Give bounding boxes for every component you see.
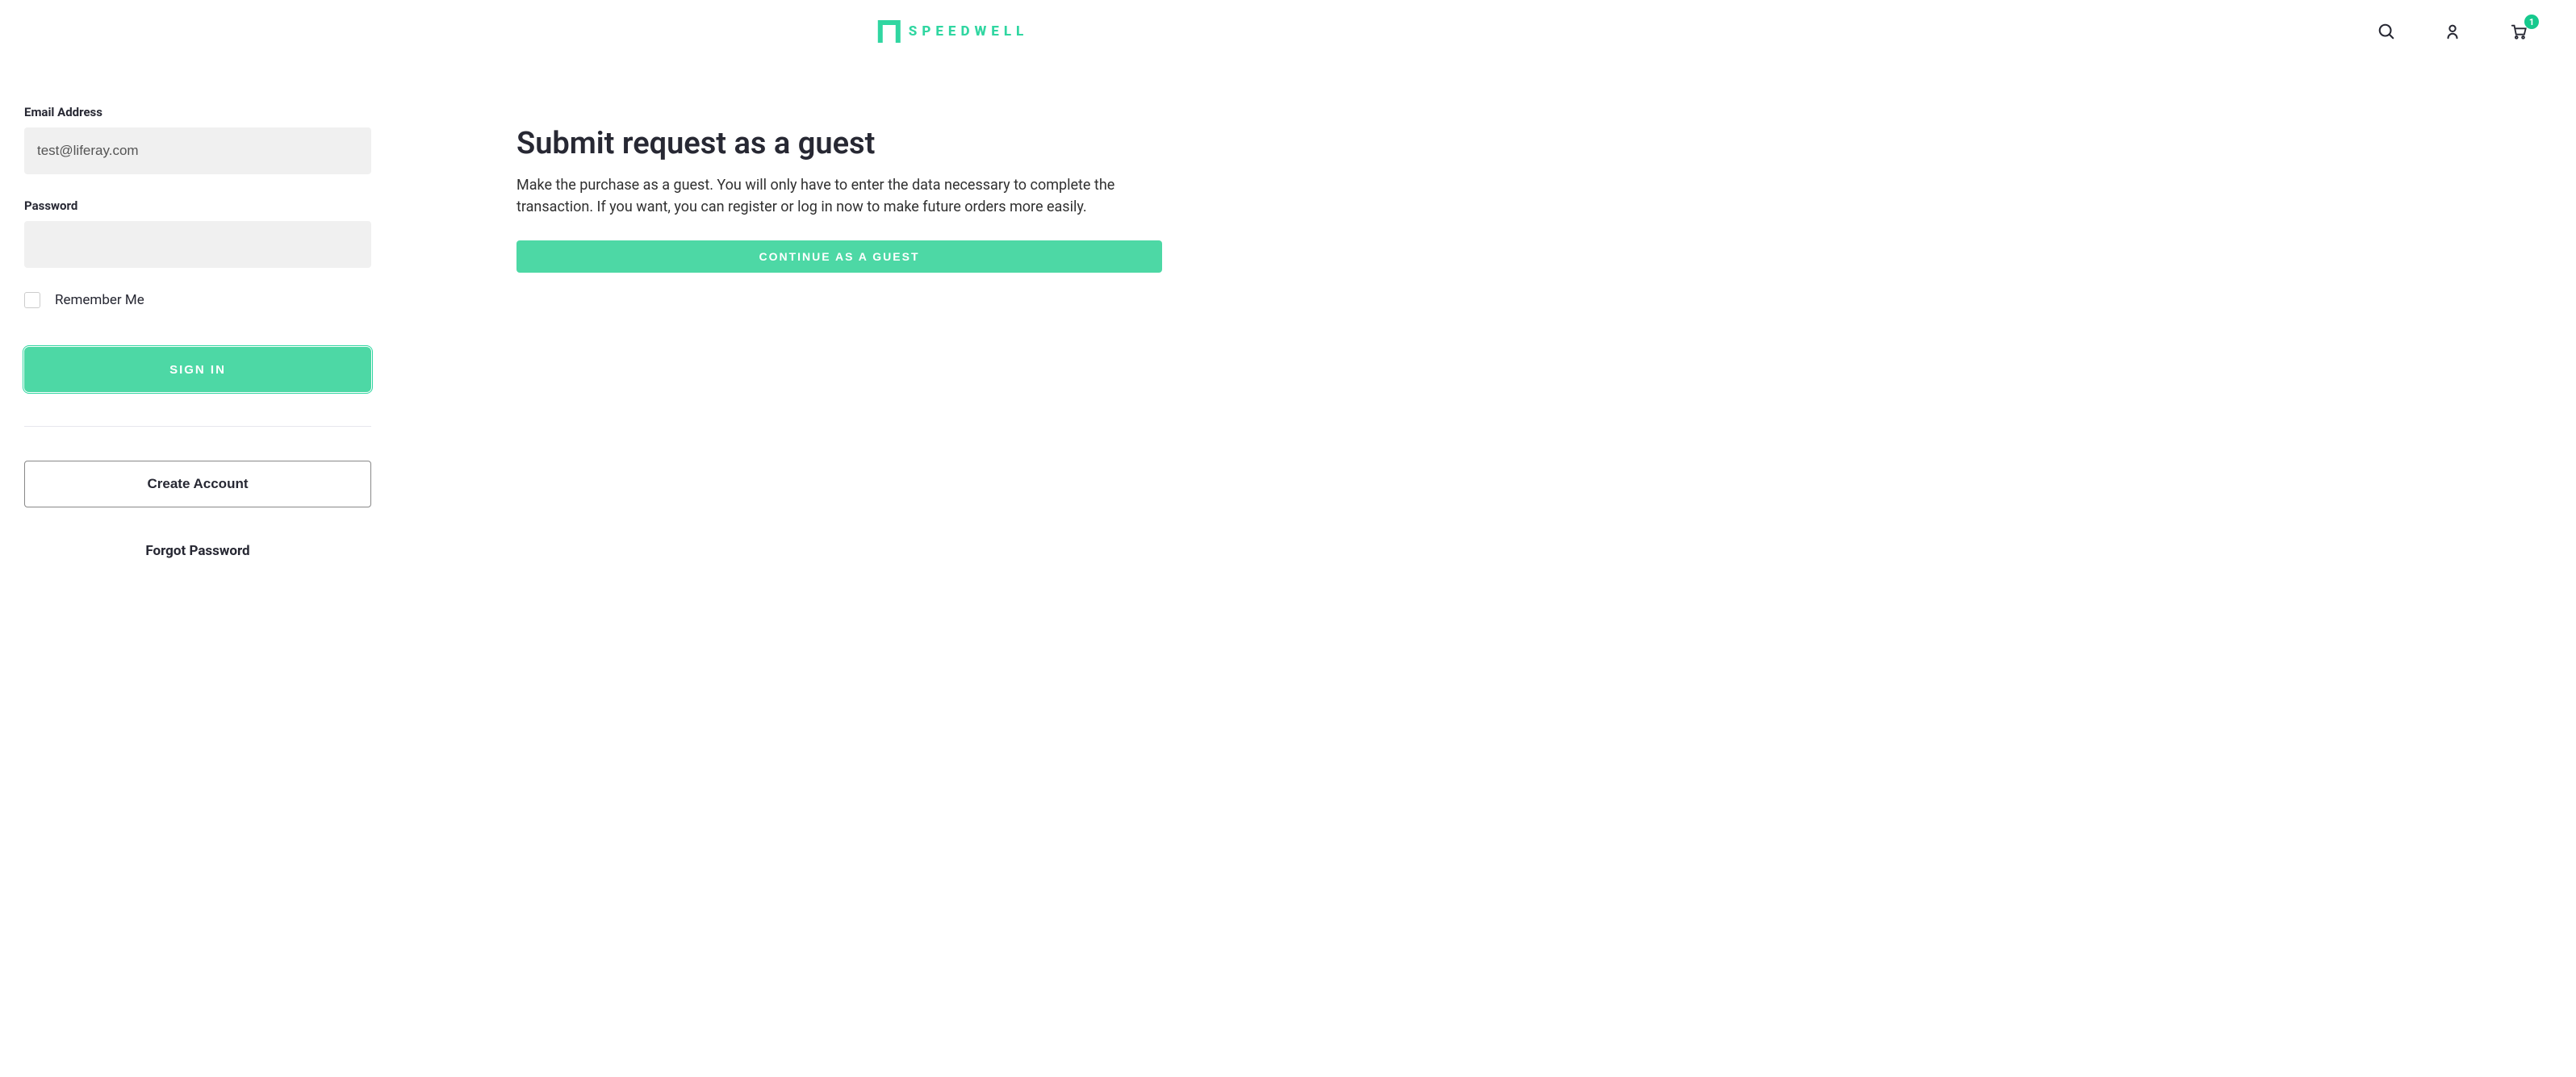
remember-me-label: Remember Me <box>55 292 144 308</box>
password-field[interactable] <box>24 221 371 268</box>
sign-in-panel: Email Address Password Remember Me SIGN … <box>24 105 371 559</box>
guest-description: Make the purchase as a guest. You will o… <box>516 174 1162 218</box>
cart-count-badge: 1 <box>2524 15 2539 29</box>
site-header: SPEEDWELL 1 <box>0 0 2576 56</box>
guest-panel: Submit request as a guest Make the purch… <box>516 105 1162 559</box>
continue-as-guest-button[interactable]: CONTINUE AS A GUEST <box>516 240 1162 273</box>
brand-logo-text: SPEEDWELL <box>909 23 1028 40</box>
brand-logo-icon <box>878 20 901 43</box>
password-label: Password <box>24 198 371 213</box>
brand-logo[interactable]: SPEEDWELL <box>878 20 1028 43</box>
email-label: Email Address <box>24 105 371 119</box>
remember-me-checkbox[interactable] <box>24 292 40 308</box>
search-icon[interactable] <box>2377 23 2395 40</box>
email-field[interactable] <box>24 127 371 174</box>
sign-in-button[interactable]: SIGN IN <box>24 347 371 392</box>
cart-button[interactable]: 1 <box>2510 23 2528 40</box>
user-icon[interactable] <box>2444 23 2461 40</box>
forgot-password-link[interactable]: Forgot Password <box>24 543 371 559</box>
guest-title: Submit request as a guest <box>516 126 1162 161</box>
page-content: Email Address Password Remember Me SIGN … <box>0 56 2576 583</box>
remember-me-row: Remember Me <box>24 292 371 308</box>
divider <box>24 426 371 427</box>
create-account-button[interactable]: Create Account <box>24 461 371 507</box>
header-actions: 1 <box>2377 23 2528 40</box>
